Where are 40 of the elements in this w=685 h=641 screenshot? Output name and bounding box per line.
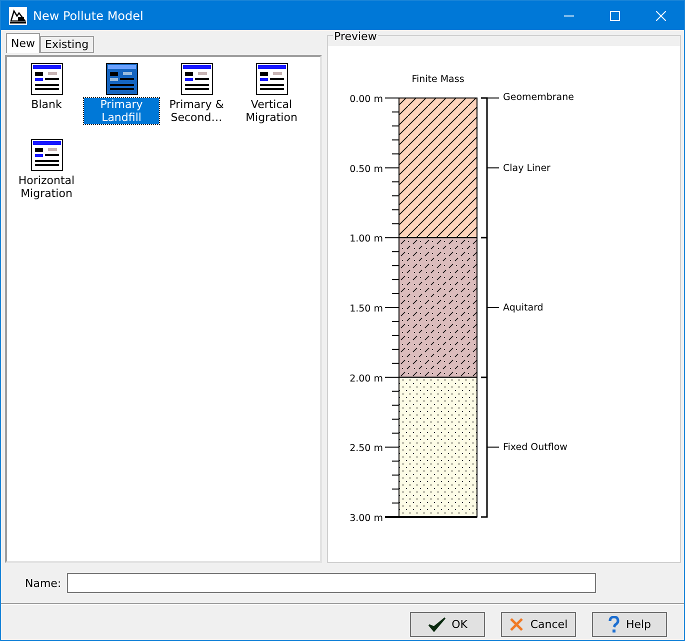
layer-label-tick (486, 167, 500, 168)
form-template-icon[interactable] (180, 63, 212, 95)
depth-label: 0.50 m (350, 164, 383, 175)
checkmark-icon (428, 616, 446, 632)
depth-label: 2.00 m (350, 373, 383, 384)
dialog-button[interactable]: Help (592, 612, 667, 637)
tab[interactable]: Existing (40, 36, 94, 53)
group-title: Preview (333, 30, 378, 43)
cross-icon (509, 617, 524, 632)
form-template-icon[interactable] (30, 139, 62, 171)
layer-label: Fixed Outflow (503, 442, 568, 454)
dialog-button[interactable]: OK (410, 612, 485, 637)
tab[interactable]: New (6, 33, 40, 53)
layer-label: Clay Liner (503, 162, 550, 174)
layer-label-tick (486, 307, 500, 308)
column-title: Finite Mass (412, 74, 464, 85)
template-label[interactable]: Horizontal Migration (10, 174, 82, 200)
layer-label-tick (486, 446, 500, 448)
template-label[interactable]: Primary Landfill (84, 98, 159, 124)
template-label[interactable]: Blank (10, 98, 82, 111)
form-template-icon[interactable] (30, 63, 62, 95)
form-template-icon[interactable] (106, 63, 138, 95)
maximize-icon[interactable] (610, 10, 620, 20)
depth-label: 1.50 m (350, 304, 383, 314)
depth-label: 1.00 m (350, 234, 383, 245)
window-title: New Pollute Model (33, 8, 144, 22)
layer-label: Aquitard (503, 302, 544, 314)
template-label[interactable]: Primary & Second… (160, 98, 232, 124)
close-icon[interactable] (656, 10, 666, 20)
app-icon (9, 6, 27, 24)
depth-label: 3.00 m (350, 513, 383, 524)
form-template-icon[interactable] (256, 63, 288, 95)
name-field[interactable] (67, 573, 596, 593)
name-label: Name: (25, 576, 62, 590)
layer-label: Geomembrane (503, 92, 574, 103)
depth-label: 0.00 m (350, 94, 383, 105)
dialog-button[interactable]: Cancel (501, 612, 576, 637)
template-label[interactable]: Vertical Migration (236, 98, 308, 124)
question-mark-icon (608, 616, 620, 634)
depth-label: 2.50 m (350, 443, 383, 454)
